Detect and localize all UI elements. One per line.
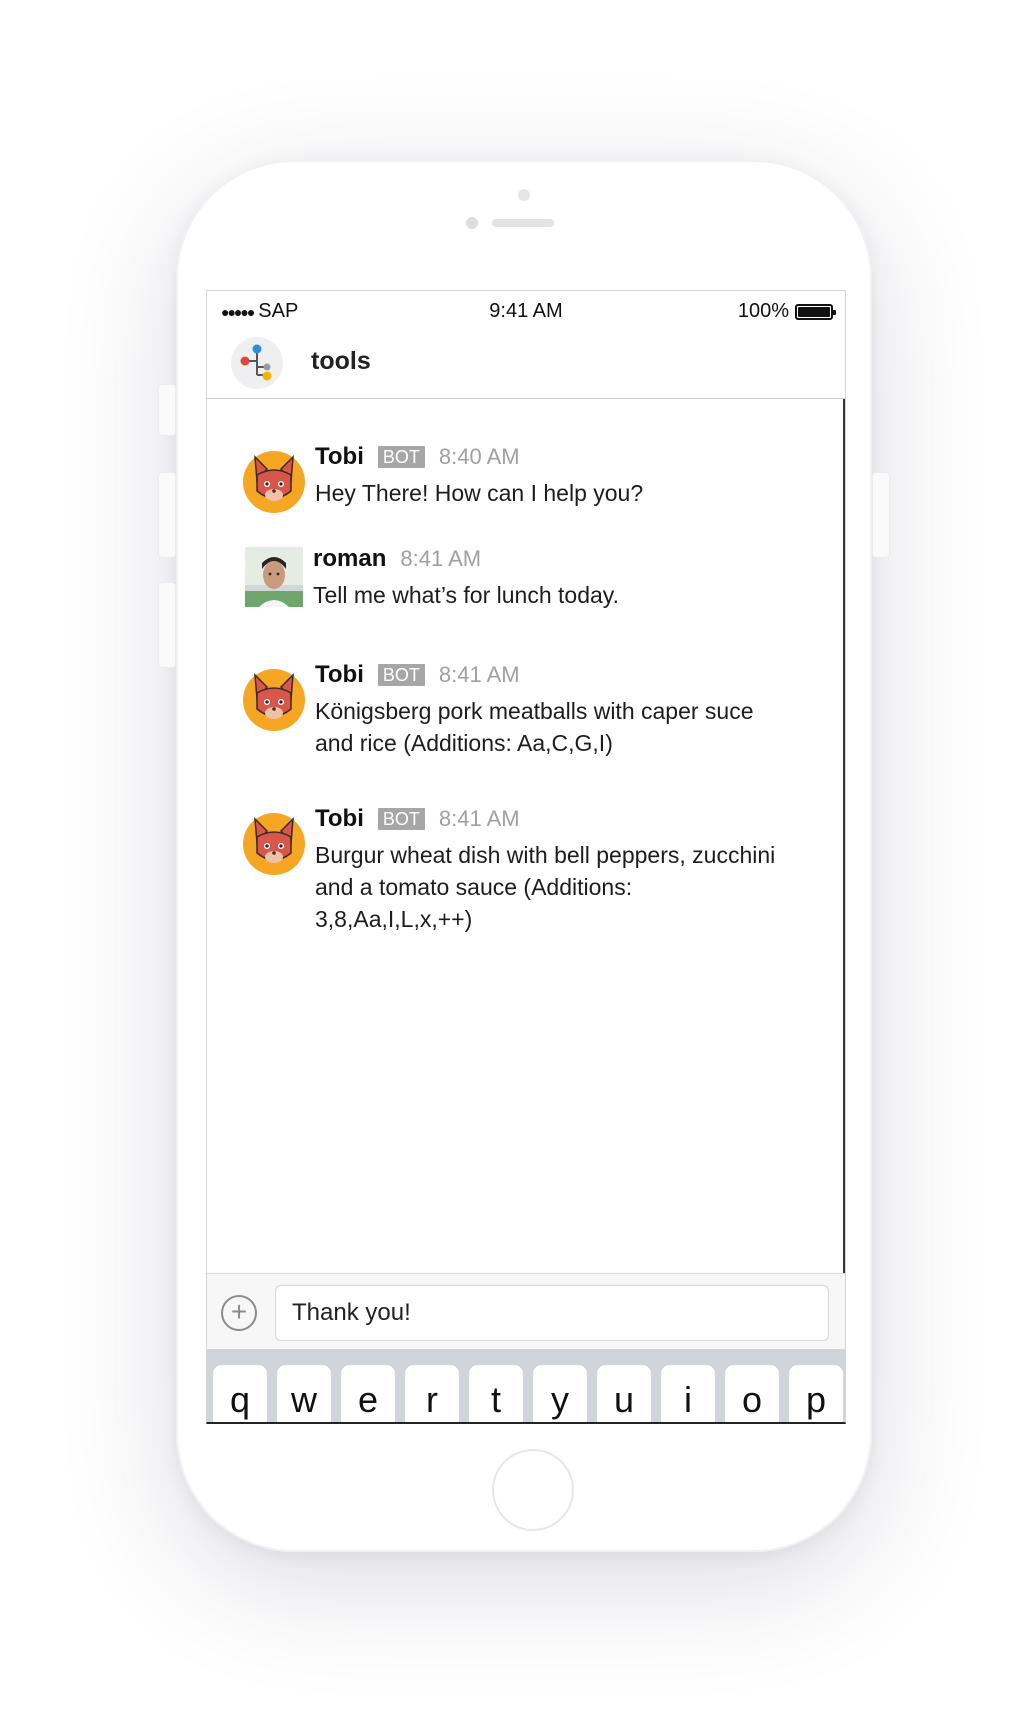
front-camera — [466, 217, 478, 229]
message-time: 8:41 AM — [438, 662, 520, 687]
user-photo-avatar[interactable] — [245, 547, 303, 607]
message-text: Königsberg pork meatballs with caper suc… — [315, 698, 754, 756]
message-composer: + — [207, 1273, 845, 1349]
key-i[interactable]: i — [661, 1365, 715, 1422]
squirrel-bot-avatar[interactable] — [243, 451, 305, 513]
battery-info: 100% — [737, 300, 836, 323]
key-e[interactable]: e — [341, 1365, 395, 1422]
message-list[interactable]: Tobi BOT 8:40 AM Hey There! How can I he… — [207, 399, 845, 1273]
status-bar: ●●●●● SAP 9:41 AM 100% — [207, 291, 845, 327]
proximity-sensor — [518, 189, 530, 201]
author-name[interactable]: Tobi — [315, 661, 364, 689]
message-text: Burgur wheat dish with bell peppers, zuc… — [315, 842, 776, 932]
battery-percent: 100% — [737, 300, 789, 322]
bot-badge: BOT — [377, 664, 425, 686]
battery-icon — [795, 303, 836, 320]
message-text: Tell me what’s for lunch today. — [313, 582, 619, 608]
key-t[interactable]: t — [469, 1365, 523, 1422]
channel-header: tools — [207, 327, 845, 399]
channel-title: tools — [311, 347, 371, 375]
keyboard: q w e r t y u i o p a s d f g h j k l z … — [207, 1349, 845, 1422]
home-button[interactable] — [492, 1449, 574, 1531]
author-name[interactable]: roman — [313, 545, 386, 573]
message-header: roman 8:41 AM — [313, 545, 481, 573]
phone-screen: ●●●●● SAP 9:41 AM 100% tools Tobi BOT 8:… — [206, 290, 846, 1424]
message-time: 8:41 AM — [400, 546, 482, 571]
key-o[interactable]: o — [725, 1365, 779, 1422]
power-button — [872, 472, 890, 558]
mute-switch — [158, 384, 176, 436]
earpiece-speaker — [492, 219, 554, 227]
key-u[interactable]: u — [597, 1365, 651, 1422]
key-r[interactable]: r — [405, 1365, 459, 1422]
squirrel-bot-avatar[interactable] — [243, 813, 305, 875]
author-name[interactable]: Tobi — [315, 443, 364, 471]
message-header: Tobi BOT 8:40 AM — [315, 443, 520, 471]
message-time: 8:41 AM — [438, 806, 520, 831]
author-name[interactable]: Tobi — [315, 805, 364, 833]
bot-badge: BOT — [377, 808, 425, 830]
volume-up-button — [158, 472, 176, 558]
message-input[interactable] — [275, 1285, 829, 1341]
message-header: Tobi BOT 8:41 AM — [315, 805, 520, 833]
add-attachment-button[interactable]: + — [221, 1295, 257, 1331]
key-w[interactable]: w — [277, 1365, 331, 1422]
volume-down-button — [158, 582, 176, 668]
network-tree-icon — [231, 337, 283, 389]
squirrel-bot-avatar[interactable] — [243, 669, 305, 731]
message-text: Hey There! How can I help you? — [315, 480, 644, 506]
key-y[interactable]: y — [533, 1365, 587, 1422]
key-p[interactable]: p — [789, 1365, 843, 1422]
message-time: 8:40 AM — [438, 444, 520, 469]
key-q[interactable]: q — [213, 1365, 267, 1422]
message-header: Tobi BOT 8:41 AM — [315, 661, 520, 689]
bot-badge: BOT — [377, 446, 425, 468]
